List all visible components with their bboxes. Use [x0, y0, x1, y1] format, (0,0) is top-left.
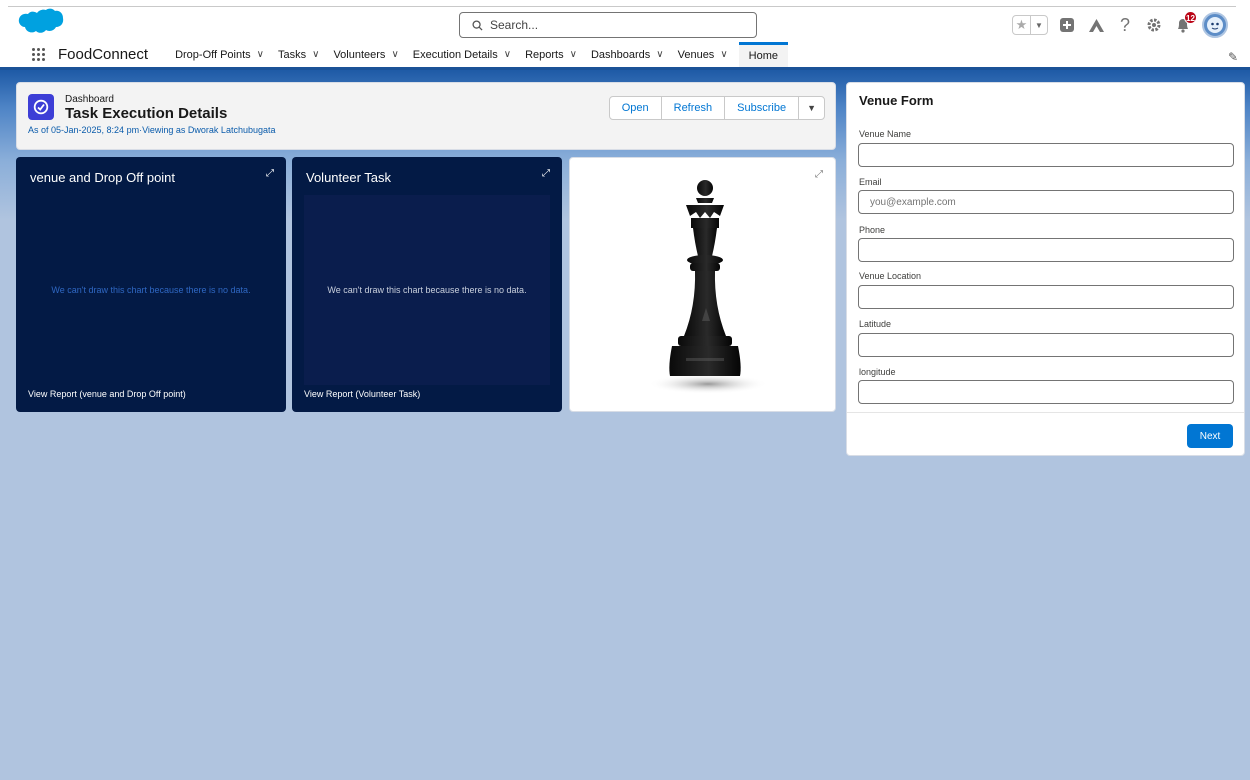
chess-queen-icon	[648, 180, 768, 394]
chevron-down-icon[interactable]: ∨	[312, 49, 319, 60]
nav-tab-venues[interactable]: Venues ∨	[671, 42, 735, 67]
user-avatar[interactable]	[1202, 12, 1228, 38]
widget-title: Volunteer Task	[306, 170, 392, 185]
open-button[interactable]: Open	[608, 96, 662, 120]
email-input[interactable]	[858, 190, 1234, 214]
notification-count-badge: 12	[1184, 11, 1197, 24]
nav-tab-label: Reports	[525, 48, 564, 61]
chart-area: We can't draw this chart because there i…	[304, 195, 550, 385]
next-button[interactable]: Next	[1187, 424, 1233, 448]
phone-input[interactable]	[858, 238, 1234, 262]
dashboard-header: Dashboard Task Execution Details As of 0…	[16, 82, 836, 150]
chevron-down-icon[interactable]: ∨	[570, 49, 577, 60]
nav-tab-drop-off-points[interactable]: Drop-Off Points ∨	[168, 42, 271, 67]
header-utility-bar: ★ ▼ ? 12	[1012, 11, 1228, 38]
expand-icon[interactable]: ⤢	[266, 168, 274, 179]
latitude-input[interactable]	[858, 333, 1234, 357]
nav-tab-reports[interactable]: Reports ∨	[518, 42, 584, 67]
chevron-down-icon[interactable]: ∨	[656, 49, 663, 60]
dashboard-actions: Open Refresh Subscribe ▼	[608, 96, 825, 120]
chart-area: We can't draw this chart because there i…	[28, 195, 274, 385]
dashboard-gauge-icon	[28, 94, 54, 120]
widget-title: venue and Drop Off point	[30, 170, 176, 185]
latitude-label: Latitude	[859, 319, 892, 329]
nav-tab-label: Home	[748, 50, 778, 62]
search-icon	[472, 19, 483, 31]
favorites-group: ★ ▼	[1012, 15, 1048, 35]
app-navigation-bar: FoodConnect Drop-Off Points ∨ Tasks ∨ Volu…	[0, 42, 1250, 70]
venue-form-title: Venue Form	[859, 93, 934, 108]
expand-icon[interactable]: ⤢	[542, 168, 550, 179]
longitude-input[interactable]	[858, 380, 1234, 404]
setup-gear-icon[interactable]	[1144, 15, 1164, 35]
venue-location-input[interactable]	[858, 285, 1234, 309]
widget-image: ⤢	[569, 157, 836, 412]
edit-nav-pencil-icon[interactable]: ✎	[1228, 50, 1238, 64]
chevron-down-icon[interactable]: ∨	[391, 49, 398, 60]
app-name: FoodConnect	[58, 46, 149, 63]
venue-location-label: Venue Location	[859, 271, 922, 281]
view-report-link[interactable]: View Report (venue and Drop Off point)	[28, 389, 186, 399]
dashboard-title: Task Execution Details	[65, 105, 228, 122]
astro-avatar-icon	[1207, 17, 1223, 33]
help-question-icon[interactable]: ?	[1115, 15, 1135, 35]
chevron-down-icon[interactable]: ∨	[720, 49, 727, 60]
favorites-menu-chevron-icon[interactable]: ▼	[1030, 16, 1047, 34]
nav-tab-volunteers[interactable]: Volunteers ∨	[326, 42, 405, 67]
subscribe-button[interactable]: Subscribe	[724, 96, 800, 120]
salesforce-logo[interactable]	[18, 8, 64, 40]
nav-tab-home[interactable]: Home	[738, 42, 788, 67]
nav-tab-label: Drop-Off Points	[175, 48, 251, 61]
nav-tab-label: Venues	[677, 48, 715, 61]
nav-tab-tasks[interactable]: Tasks ∨	[271, 42, 326, 67]
no-data-message: We can't draw this chart because there i…	[51, 285, 251, 295]
nav-tab-execution-details[interactable]: Execution Details ∨	[406, 42, 518, 67]
form-footer-divider	[847, 412, 1244, 413]
global-actions-plus-icon[interactable]	[1057, 15, 1077, 35]
longitude-label: longitude	[859, 367, 896, 377]
no-data-message: We can't draw this chart because there i…	[327, 285, 527, 295]
widget-volunteer-task: Volunteer Task ⤢ We can't draw this char…	[292, 157, 562, 412]
widget-venue-drop-off: venue and Drop Off point ⤢ We can't draw…	[16, 157, 286, 412]
venue-name-input[interactable]	[858, 143, 1234, 167]
trailhead-guidance-icon[interactable]	[1086, 15, 1106, 35]
expand-icon[interactable]: ⤢	[815, 169, 823, 180]
nav-tab-label: Tasks	[278, 48, 307, 61]
venue-form-card: Venue Form Venue Name Email Phone Venue …	[846, 82, 1245, 456]
refresh-button[interactable]: Refresh	[660, 96, 726, 120]
view-report-link[interactable]: View Report (Volunteer Task)	[304, 389, 420, 399]
favorite-star-icon[interactable]: ★	[1013, 16, 1030, 34]
phone-label: Phone	[859, 225, 886, 235]
nav-tab-label: Dashboards	[590, 48, 651, 61]
nav-tab-dashboards[interactable]: Dashboards ∨	[584, 42, 671, 67]
global-header: Search... ★ ▼ ? 12	[0, 0, 1250, 42]
venue-name-label: Venue Name	[859, 129, 912, 139]
chevron-down-icon[interactable]: ∨	[504, 49, 511, 60]
email-label: Email	[859, 177, 882, 187]
nav-tab-label: Volunteers	[333, 48, 386, 61]
nav-tab-label: Execution Details	[412, 48, 498, 61]
dashboard-meta: As of 05-Jan-2025, 8:24 pm·Viewing as Dw…	[28, 125, 276, 135]
app-launcher-waffle-icon[interactable]	[28, 42, 48, 67]
notifications-bell-icon[interactable]: 12	[1173, 11, 1197, 35]
search-placeholder: Search...	[490, 18, 539, 32]
more-actions-chevron-down-icon[interactable]: ▼	[798, 96, 825, 120]
chevron-down-icon[interactable]: ∨	[257, 49, 264, 60]
global-search-input[interactable]: Search...	[459, 12, 757, 38]
dashboard-type-label: Dashboard	[65, 94, 114, 105]
